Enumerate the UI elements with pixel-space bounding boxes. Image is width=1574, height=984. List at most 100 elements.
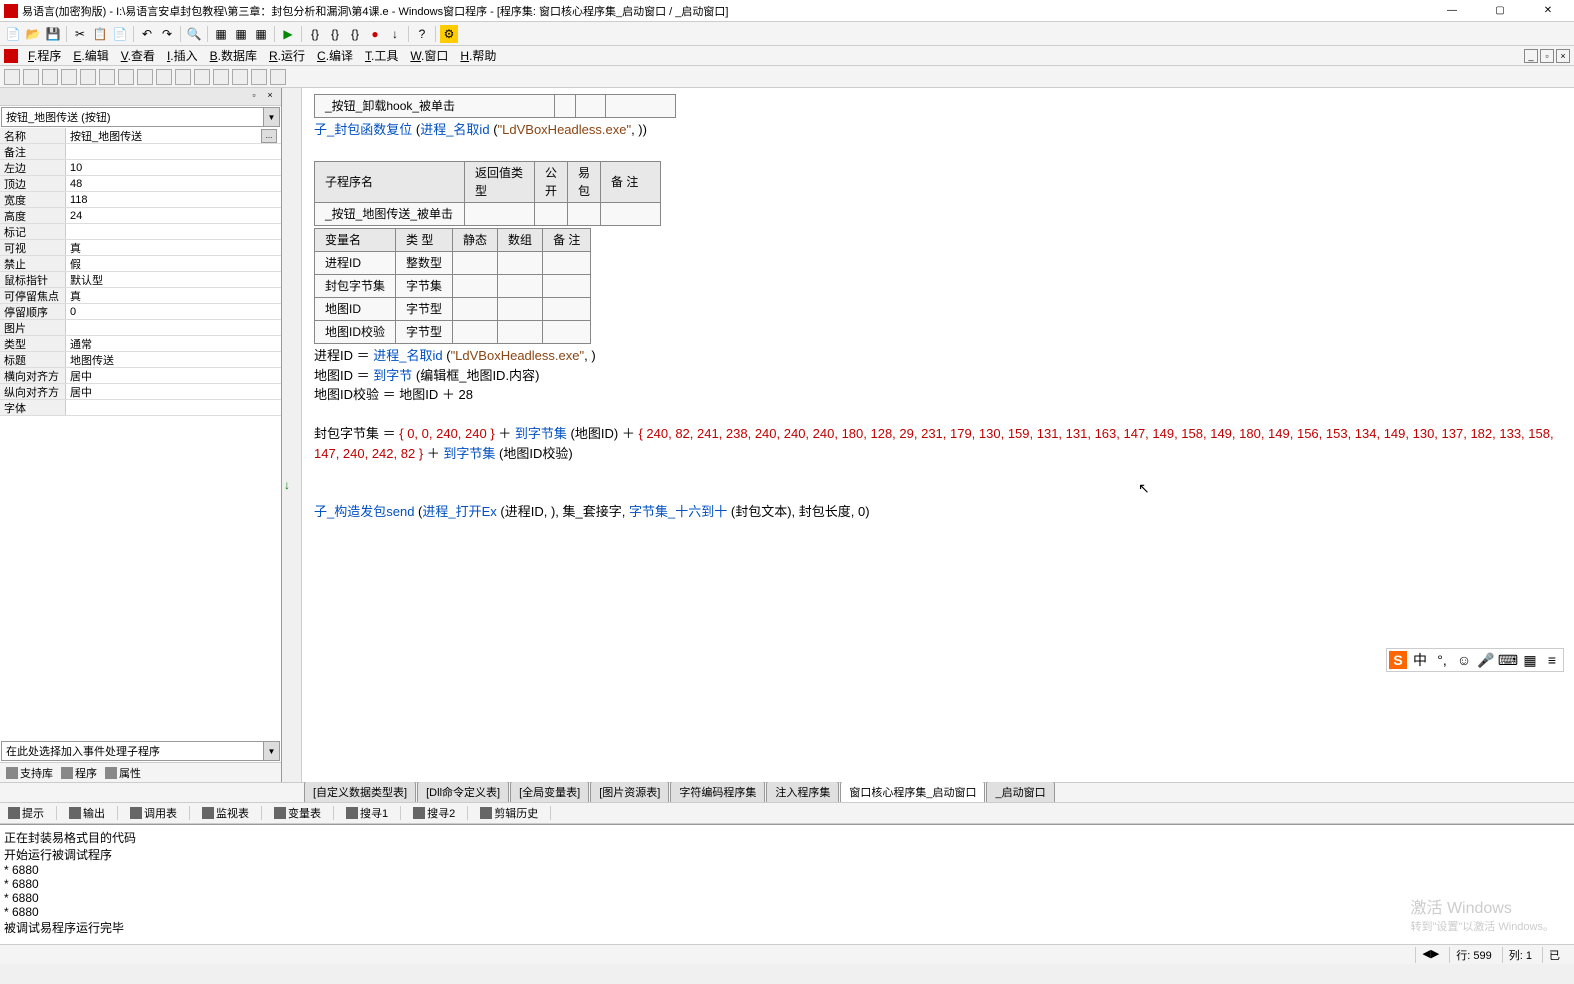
prop-value[interactable]: 48 [66,176,281,191]
debug-tab[interactable]: 搜寻2 [409,803,459,823]
tb2-btn-5[interactable] [80,69,96,85]
tool-icon[interactable]: ⚙ [440,25,458,43]
property-row[interactable]: 可停留焦点真 [0,288,281,304]
tb2-btn-14[interactable] [251,69,267,85]
tb2-btn-8[interactable] [137,69,153,85]
property-row[interactable]: 名称按钮_地图传送... [0,128,281,144]
prop-value[interactable]: 24 [66,208,281,223]
chevron-down-icon[interactable]: ▼ [263,742,279,760]
editor-tab[interactable]: [全局变量表] [510,781,589,802]
left-tab[interactable]: 程序 [57,763,101,783]
tb2-btn-10[interactable] [175,69,191,85]
editor-tab[interactable]: 窗口核心程序集_启动窗口 [840,781,985,802]
debug-tab[interactable]: 提示 [4,803,48,823]
cut-icon[interactable]: ✂ [71,25,89,43]
ime-lang-icon[interactable]: 中 [1411,651,1429,669]
property-grid[interactable]: 名称按钮_地图传送...备注左边10顶边48宽度118高度24标记可视真禁止假鼠… [0,128,281,740]
tb2-btn-9[interactable] [156,69,172,85]
menu-item[interactable]: F.程序 [22,47,67,65]
prop-value[interactable]: 居中 [66,384,281,399]
editor-tab[interactable]: [Dll命令定义表] [417,781,509,802]
property-row[interactable]: 停留顺序0 [0,304,281,320]
debug-tab[interactable]: 变量表 [270,803,325,823]
window1-icon[interactable]: ▦ [212,25,230,43]
run-icon[interactable]: ▶ [279,25,297,43]
tb2-btn-15[interactable] [270,69,286,85]
prop-value[interactable]: 地图传送 [66,352,281,367]
tb2-btn-3[interactable] [42,69,58,85]
mdi-restore-icon[interactable]: ▫ [1540,49,1554,63]
redo-icon[interactable]: ↷ [158,25,176,43]
status-scroll-icon[interactable]: ◀▶ [1415,947,1445,963]
tb2-btn-1[interactable] [4,69,20,85]
ime-menu-icon[interactable]: ≡ [1543,651,1561,669]
editor-tab[interactable]: _启动窗口 [986,781,1054,802]
prop-value[interactable]: 通常 [66,336,281,351]
menu-item[interactable]: V.查看 [115,47,161,65]
editor-tab[interactable]: 注入程序集 [766,781,839,802]
mdi-minimize-icon[interactable]: _ [1524,49,1538,63]
ime-grid-icon[interactable]: ▦ [1521,651,1539,669]
property-row[interactable]: 字体 [0,400,281,416]
debug-tab[interactable]: 调用表 [126,803,181,823]
prop-value[interactable]: 居中 [66,368,281,383]
prop-value[interactable] [66,144,281,159]
close-button[interactable]: ✕ [1530,1,1566,21]
tb2-btn-12[interactable] [213,69,229,85]
step4-icon[interactable]: ↓ [386,25,404,43]
panel-close-icon[interactable]: × [263,88,277,102]
menu-item[interactable]: C.编译 [311,47,359,65]
prop-value[interactable]: 真 [66,240,281,255]
code-editor[interactable]: ↓ _按钮_卸载hook_被单击 子_封包函数复位 (进程_名取id ("LdV… [282,88,1574,782]
tb2-btn-2[interactable] [23,69,39,85]
chevron-down-icon[interactable]: ▼ [263,108,279,126]
prop-value[interactable] [66,320,281,335]
debug-tab[interactable]: 搜寻1 [342,803,392,823]
find-icon[interactable]: 🔍 [185,25,203,43]
ime-emoji-icon[interactable]: ☺ [1455,651,1473,669]
editor-tab[interactable]: 字符编码程序集 [670,781,765,802]
menu-item[interactable]: B.数据库 [204,47,263,65]
tb2-btn-13[interactable] [232,69,248,85]
new-icon[interactable]: 📄 [4,25,22,43]
prop-more-button[interactable]: ... [261,129,277,143]
property-row[interactable]: 类型通常 [0,336,281,352]
property-row[interactable]: 左边10 [0,160,281,176]
property-row[interactable]: 纵向对齐方式居中 [0,384,281,400]
ime-keyboard-icon[interactable]: ⌨ [1499,651,1517,669]
menu-item[interactable]: W.窗口 [404,47,454,65]
prop-value[interactable]: 默认型 [66,272,281,287]
copy-icon[interactable]: 📋 [91,25,109,43]
open-icon[interactable]: 📂 [24,25,42,43]
minimize-button[interactable]: — [1434,1,1470,21]
step2-icon[interactable]: {} [326,25,344,43]
panel-pin-icon[interactable]: ▫ [247,88,261,102]
help-icon[interactable]: ? [413,25,431,43]
paste-icon[interactable]: 📄 [111,25,129,43]
breakpoint-icon[interactable]: ● [366,25,384,43]
property-row[interactable]: 横向对齐方式居中 [0,368,281,384]
property-row[interactable]: 宽度118 [0,192,281,208]
prop-value[interactable]: 10 [66,160,281,175]
output-panel[interactable]: 正在封装易格式目的代码开始运行被调试程序* 6880* 6880* 6880* … [0,824,1574,944]
prop-value[interactable] [66,400,281,415]
step1-icon[interactable]: {} [306,25,324,43]
mdi-close-icon[interactable]: × [1556,49,1570,63]
window3-icon[interactable]: ▦ [252,25,270,43]
tb2-btn-6[interactable] [99,69,115,85]
save-icon[interactable]: 💾 [44,25,62,43]
tb2-btn-4[interactable] [61,69,77,85]
prop-value[interactable]: 118 [66,192,281,207]
property-row[interactable]: 备注 [0,144,281,160]
editor-tab[interactable]: [自定义数据类型表] [304,781,416,802]
property-row[interactable]: 图片 [0,320,281,336]
prop-value[interactable] [66,224,281,239]
menu-item[interactable]: I.插入 [161,47,204,65]
maximize-button[interactable]: ▢ [1482,1,1518,21]
property-row[interactable]: 标记 [0,224,281,240]
property-row[interactable]: 顶边48 [0,176,281,192]
prop-value[interactable]: 真 [66,288,281,303]
left-tab[interactable]: 属性 [101,763,145,783]
prop-value[interactable]: 0 [66,304,281,319]
step3-icon[interactable]: {} [346,25,364,43]
